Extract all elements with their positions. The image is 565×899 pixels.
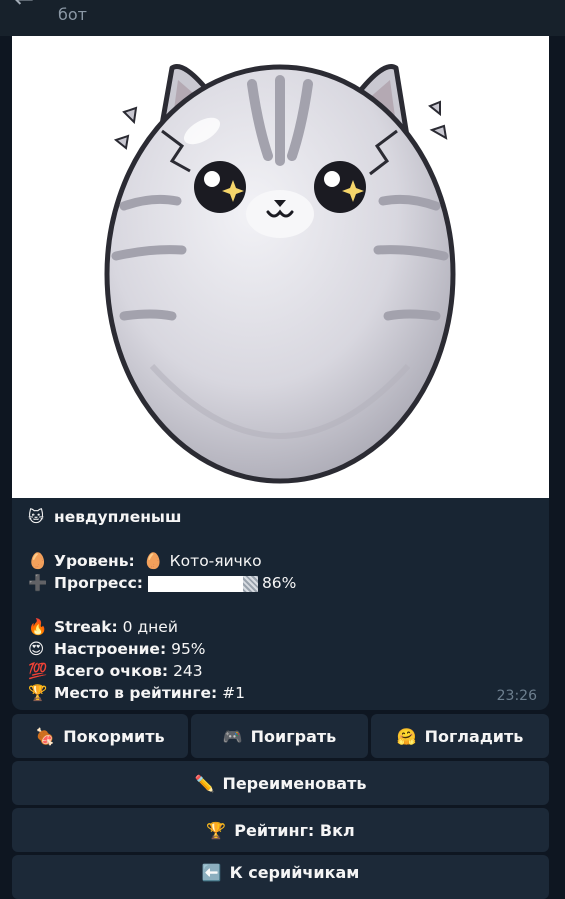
rename-button-label: Переименовать — [222, 773, 367, 793]
meat-icon: 🍖 — [35, 726, 56, 746]
egg-icon: 🥚 — [28, 552, 48, 570]
message-time: 23:26 — [496, 688, 537, 704]
fire-icon: 🔥 — [28, 618, 48, 636]
rank-value: #1 — [222, 684, 245, 702]
trophy-icon: 🏆 — [28, 684, 48, 702]
rating-button[interactable]: 🏆 Рейтинг: Вкл — [12, 808, 549, 852]
rank-label: Место в рейтинге: — [54, 684, 218, 702]
mood-line: 😍 Настроение: 95% — [28, 638, 538, 660]
pet-name-line: 🐱 невдупленыш — [28, 506, 538, 528]
points-label: Всего очков: — [54, 662, 169, 680]
feed-button[interactable]: 🍖 Покормить — [12, 714, 188, 758]
streak-label: Streak: — [54, 618, 118, 636]
progress-bar — [147, 575, 258, 592]
message-card: 🐱 невдупленыш 🥚 Уровень: 🥚 Кото-яичко ➕ Прог… — [12, 36, 549, 710]
pet-button-label: Погладить — [424, 726, 524, 746]
arrow-left-icon: ⬅️ — [201, 863, 222, 882]
progress-line: ➕ Прогресс: 86% — [28, 572, 538, 594]
heart-eyes-icon: 😍 — [28, 640, 45, 658]
back-to-series-button-label: К серийчикам — [229, 863, 360, 882]
pet-name: невдупленыш — [54, 508, 182, 526]
hundred-icon: 💯 — [28, 662, 48, 680]
feed-button-label: Покормить — [63, 726, 165, 746]
level-label: Уровень: — [54, 552, 135, 570]
cat-face-icon: 🐱 — [28, 508, 45, 526]
arrow-left-icon[interactable]: ← — [14, 0, 40, 12]
back-to-series-button[interactable]: ⬅️ К серийчикам — [12, 855, 549, 899]
progress-label: Прогресс: — [54, 574, 143, 592]
level-value: Кото-яичко — [169, 552, 262, 570]
chat-header: ← бот — [0, 0, 565, 36]
plus-icon: ➕ — [28, 574, 48, 592]
level-line: 🥚 Уровень: 🥚 Кото-яичко — [28, 550, 538, 572]
pencil-icon: ✏️ — [194, 773, 215, 793]
streak-line: 🔥 Streak: 0 дней — [28, 616, 538, 638]
cat-egg-image[interactable] — [12, 36, 549, 498]
egg-icon: 🥚 — [143, 552, 163, 570]
points-line: 💯 Всего очков: 243 — [28, 660, 538, 682]
rank-line: 🏆 Место в рейтинге: #1 — [28, 682, 538, 704]
mood-value: 95% — [171, 640, 206, 658]
mood-label: Настроение: — [54, 640, 167, 658]
trophy-icon: 🏆 — [206, 820, 227, 840]
rating-button-label: Рейтинг: Вкл — [234, 820, 355, 840]
streak-value: 0 дней — [122, 618, 178, 636]
progress-percent: 86% — [261, 574, 297, 592]
header-subtitle: бот — [58, 5, 87, 24]
gamepad-icon: 🎮 — [222, 726, 243, 746]
pet-button[interactable]: 🤗 Погладить — [371, 714, 549, 758]
hug-icon: 🤗 — [396, 726, 417, 746]
play-button[interactable]: 🎮 Поиграть — [191, 714, 368, 758]
message-text: 🐱 невдупленыш 🥚 Уровень: 🥚 Кото-яичко ➕ Прог… — [28, 506, 538, 704]
play-button-label: Поиграть — [250, 726, 337, 746]
points-value: 243 — [173, 662, 203, 680]
rename-button[interactable]: ✏️ Переименовать — [12, 761, 549, 805]
